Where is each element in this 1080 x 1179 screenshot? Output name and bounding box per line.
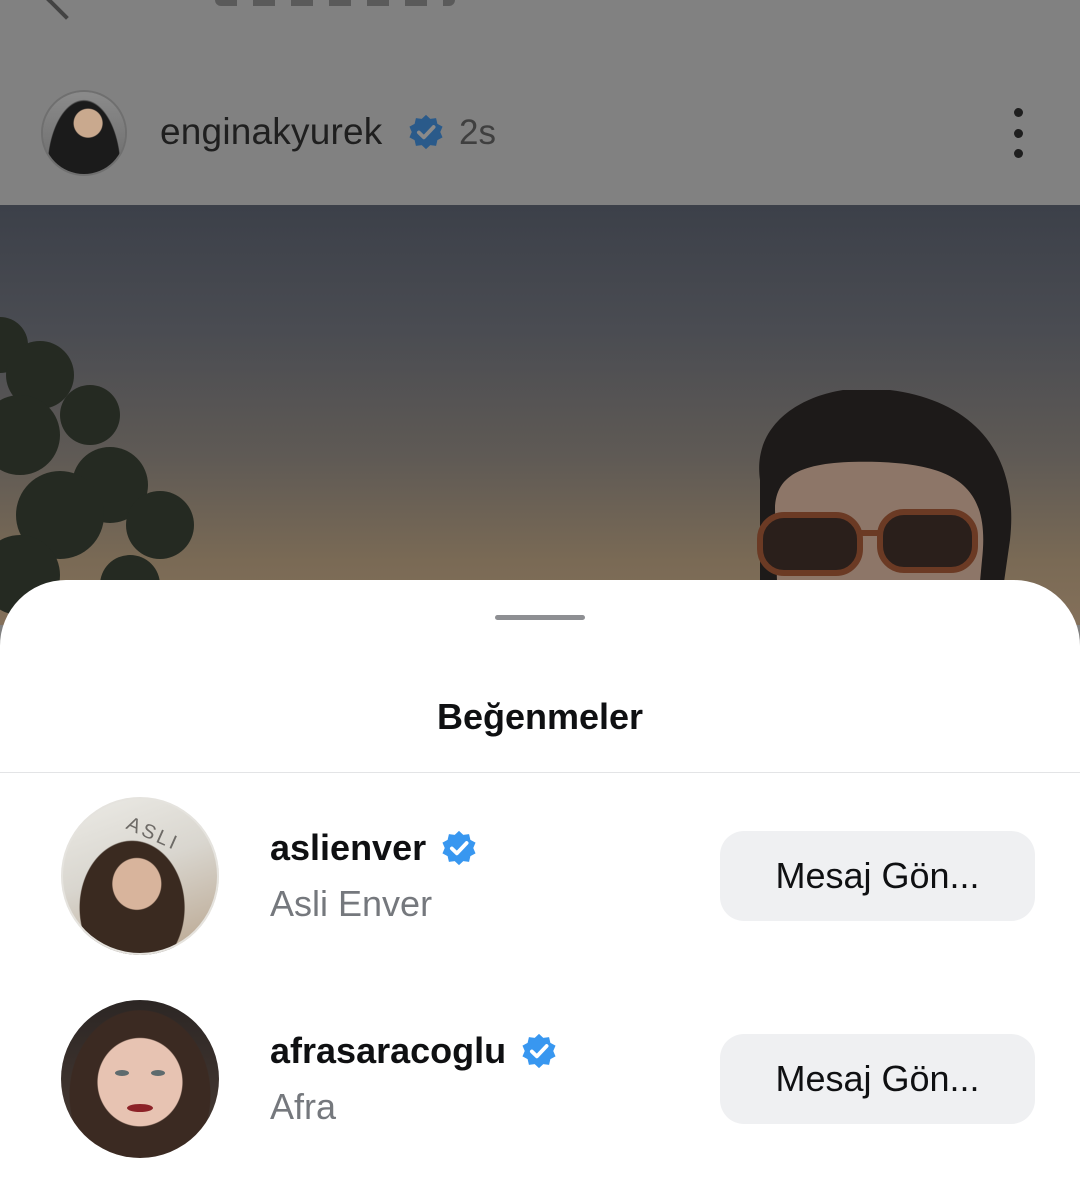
- more-vertical-icon-dot: [1013, 149, 1023, 158]
- divider: [0, 772, 1080, 773]
- tree-silhouette: [0, 317, 194, 625]
- list-item[interactable]: afrasaracoglu Afra Mesaj Gön...: [0, 998, 1080, 1168]
- list-item[interactable]: ASLI aslienver Asli Enver Mesaj Gön...: [0, 795, 1080, 965]
- send-message-button[interactable]: Mesaj Gön...: [720, 1034, 1035, 1124]
- verified-badge-icon: [409, 114, 443, 150]
- post-photo[interactable]: [0, 205, 1080, 625]
- post-author-username[interactable]: enginakyurek: [160, 111, 383, 153]
- verified-badge-icon: [522, 1033, 556, 1069]
- more-options-button[interactable]: [1000, 108, 1036, 158]
- verified-badge-icon: [442, 830, 476, 866]
- avatar-text: ASLI: [123, 812, 183, 856]
- sheet-title: Beğenmeler: [436, 696, 644, 737]
- send-message-button[interactable]: Mesaj Gön...: [720, 831, 1035, 921]
- avatar-detail: [127, 1104, 153, 1112]
- username-text[interactable]: afrasaracoglu: [270, 1030, 506, 1072]
- full-name: Afra: [270, 1086, 337, 1127]
- username[interactable]: afrasaracoglu: [270, 1030, 558, 1072]
- avatar[interactable]: ASLI: [61, 797, 219, 955]
- top-bar-title-fragment: [215, 0, 455, 6]
- username[interactable]: aslienver: [270, 827, 478, 869]
- avatar-detail: [115, 1070, 129, 1076]
- post-header: enginakyurek 2s: [0, 0, 1080, 205]
- post-timestamp: 2s: [459, 113, 496, 152]
- avatar-detail: [151, 1070, 165, 1076]
- post-author-avatar[interactable]: [43, 92, 125, 174]
- sheet-drag-handle[interactable]: [495, 615, 585, 620]
- more-vertical-icon: [1013, 108, 1023, 117]
- likes-bottom-sheet: Beğenmeler ASLI aslienver Asli Enver Mes…: [0, 580, 1080, 1179]
- full-name: Asli Enver: [270, 883, 433, 924]
- screen: enginakyurek 2s Beğenmeler ASLI aslienve…: [0, 0, 1080, 1179]
- avatar[interactable]: [61, 1000, 219, 1158]
- more-vertical-icon-dot: [1013, 128, 1023, 138]
- username-text[interactable]: aslienver: [270, 827, 426, 869]
- back-arrow-icon[interactable]: [46, 0, 86, 20]
